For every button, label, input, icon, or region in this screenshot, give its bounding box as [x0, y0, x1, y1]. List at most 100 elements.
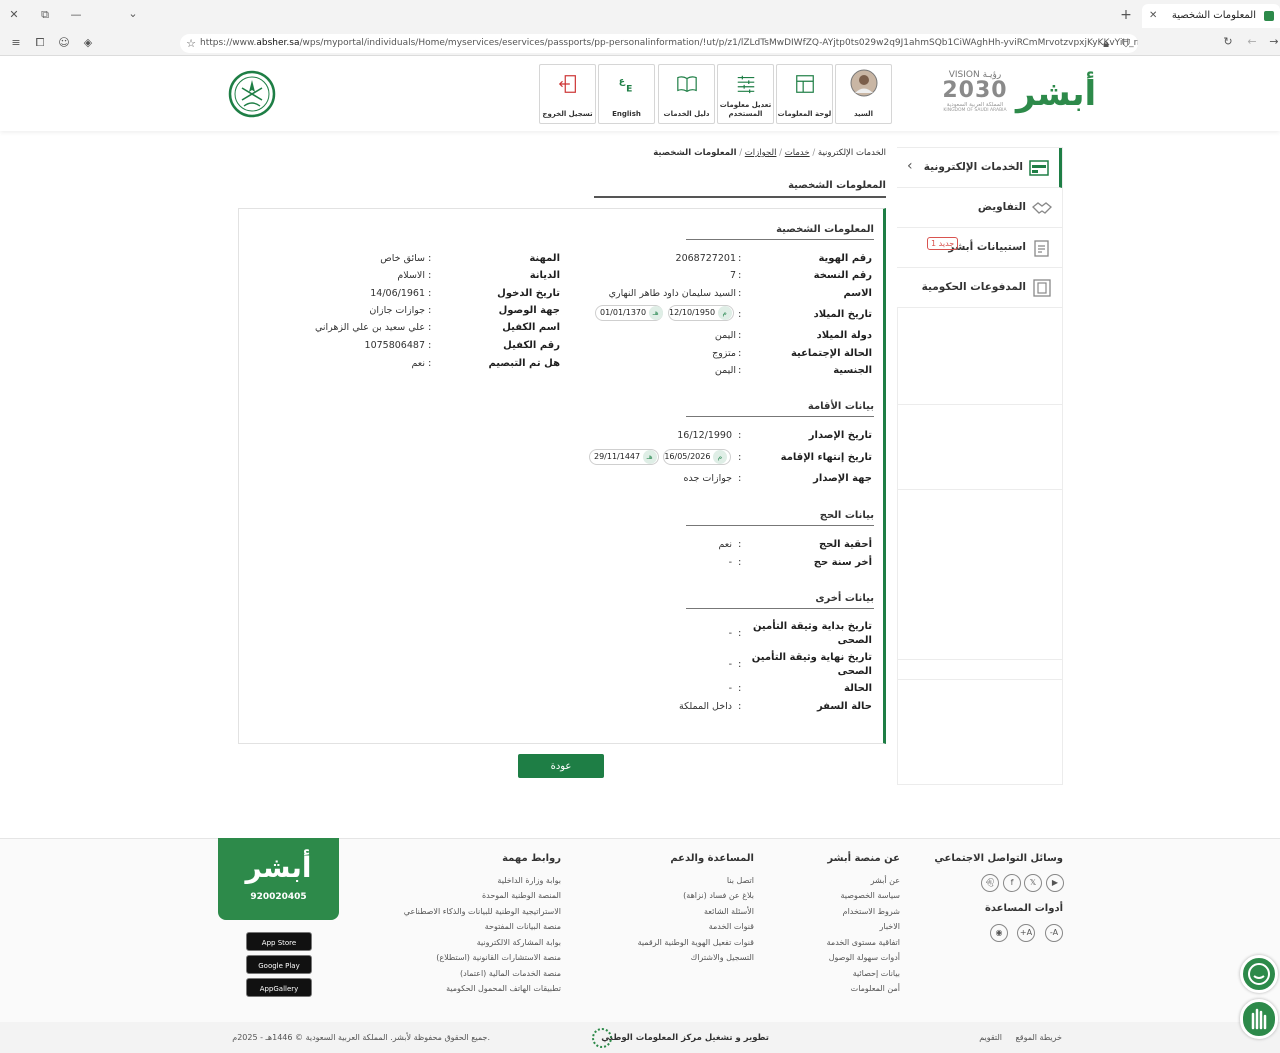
footer-link[interactable]: الاخبار — [880, 922, 900, 931]
footer-link[interactable]: قنوات الخدمة — [709, 922, 754, 931]
x-icon[interactable]: 𝕏 — [1024, 874, 1042, 892]
increase-font-button[interactable]: +A — [1017, 924, 1035, 942]
breadcrumb-separator: / — [812, 148, 816, 158]
sidebar-item-label: استبيانات أبشر — [948, 241, 1026, 253]
footer-link[interactable]: أمن المعلومات — [851, 984, 900, 993]
absher-logo[interactable]: أبشر — [1016, 64, 1096, 124]
moi-emblem-logo[interactable] — [228, 70, 276, 118]
forward-arrow-icon[interactable]: → — [1266, 35, 1280, 48]
expiry-date-gregorian: 16/05/2026 م — [663, 449, 731, 465]
virtual-assistant-button[interactable] — [1240, 955, 1278, 993]
url-prefix: https://www. — [200, 38, 257, 48]
label-occupation: المهنة — [529, 253, 560, 264]
sidebar-item-payments[interactable]: المدفوعات الحكومية — [897, 268, 1062, 308]
value-status: - — [728, 683, 732, 694]
sidebar-item-delegations[interactable]: التفاويض — [897, 188, 1062, 228]
decrease-font-button[interactable]: -A — [1045, 924, 1063, 942]
colon: : — [428, 340, 432, 351]
section-title-personal: المعلومات الشخصية — [776, 224, 874, 235]
footer-link[interactable]: الاستراتيجية الوطنية للبيانات والذكاء ال… — [404, 907, 561, 916]
handshake-icon — [1032, 202, 1052, 214]
dashboard-button[interactable]: لوحة المعلومات — [776, 64, 833, 124]
survey-icon — [1034, 240, 1049, 257]
sidebar-item-eservices[interactable]: الخدمات الإلكترونية ‹ — [897, 148, 1062, 188]
tab-title: المعلومات الشخصية — [1171, 10, 1256, 21]
footer-link[interactable]: التسجيل والاشتراك — [691, 953, 754, 962]
close-tab-icon[interactable]: ✕ — [1149, 4, 1157, 28]
footer-link[interactable]: بوابة وزارة الداخلية — [497, 876, 561, 885]
footer-link[interactable]: بيانات إحصائية — [853, 969, 900, 978]
menu-icon[interactable]: ≡ — [8, 36, 24, 49]
footer-link[interactable]: عن أبشر — [871, 876, 900, 885]
value-id-number: 2068727201 — [675, 253, 736, 264]
app-store-badge[interactable]: App Store — [246, 932, 312, 951]
sidebar-item-surveys[interactable]: استبيانات أبشر جديد 1 — [897, 228, 1062, 268]
colon: : — [738, 348, 742, 359]
colon: : — [738, 309, 742, 320]
logout-label: تسجيل الخروج — [542, 110, 593, 118]
footer-link[interactable]: منصة الاستشارات القانونية (استطلاع) — [436, 953, 561, 962]
restore-window-icon[interactable]: ⧉ — [37, 8, 53, 22]
services-guide-button[interactable]: دليل الخدمات — [658, 64, 715, 124]
reload-icon[interactable]: ↻ — [1220, 35, 1236, 48]
user-profile-button[interactable]: السيد — [835, 64, 892, 124]
breadcrumb-passports[interactable]: الجوازات — [745, 148, 777, 158]
footer-link[interactable]: سياسة الخصوصية — [841, 891, 900, 900]
section-divider — [686, 525, 874, 526]
youtube-icon[interactable]: ▶ — [1046, 874, 1064, 892]
footer-link[interactable]: منصة الخدمات المالية (اعتماد) — [460, 969, 561, 978]
value-insurance-start: - — [728, 628, 732, 639]
hijri-tag: هـ — [648, 306, 663, 320]
user-name-label: السيد — [853, 110, 874, 118]
footer-link[interactable]: اتصل بنا — [727, 876, 754, 885]
support-phone: 920020405 — [250, 892, 307, 902]
url-field[interactable]: https://www.absher.sa/wps/myportal/indiv… — [180, 34, 1138, 53]
google-play-badge[interactable]: Google Play — [246, 955, 312, 974]
browser-tab[interactable]: ✕ المعلومات الشخصية — [1142, 4, 1280, 28]
footer-link[interactable]: الأسئلة الشائعة — [704, 907, 754, 916]
footer-link[interactable]: بوابة المشاركة الالكترونية — [477, 938, 561, 947]
colon: : — [428, 270, 432, 281]
shield-icon[interactable]: ◈ — [80, 36, 96, 49]
footer-link[interactable]: المنصة الوطنية الموحدة — [482, 891, 561, 900]
facebook-icon[interactable]: f — [1003, 874, 1021, 892]
breadcrumb-services[interactable]: خدمات — [785, 148, 810, 158]
footer-link[interactable]: بلاغ عن فساد (نزاهة) — [683, 891, 754, 900]
collapse-chevron-icon[interactable]: ‹ — [907, 158, 913, 174]
footer-link[interactable]: شروط الاستخدام — [843, 907, 900, 916]
label-issuer: جهة الإصدار — [813, 473, 872, 484]
profile-icon[interactable]: ☺ — [56, 36, 72, 49]
footer-link[interactable]: قنوات تفعيل الهوية الوطنية الرقمية — [638, 938, 754, 947]
new-tab-icon[interactable]: + — [1118, 7, 1134, 23]
close-window-icon[interactable]: ✕ — [6, 8, 22, 21]
label-id-number: رقم الهوية — [818, 253, 872, 264]
calendar-link[interactable]: التقويم — [979, 1033, 1002, 1042]
tab-list-chevron-icon[interactable]: ⌄ — [125, 7, 141, 20]
footer-link[interactable]: تطبيقات الهاتف المحمول الحكومية — [446, 984, 561, 993]
sign-language-button[interactable] — [1240, 999, 1278, 1039]
vision-2030-logo: VISION رؤيـة 2030 المملكة العربية السعود… — [938, 70, 1012, 122]
absher-contact-box[interactable]: أبشر 920020405 — [218, 838, 339, 920]
back-button[interactable]: عودة — [518, 754, 604, 778]
expiry-greg-value: 16/05/2026 — [664, 452, 711, 461]
bookmark-star-icon[interactable]: ☆ — [183, 37, 199, 50]
tracking-shield-icon[interactable]: ⛉ — [1118, 37, 1134, 51]
back-arrow-icon[interactable]: ← — [1244, 35, 1260, 48]
footer-link[interactable]: منصة البيانات المفتوحة — [485, 922, 561, 931]
contrast-eye-icon[interactable]: ◉ — [990, 924, 1008, 942]
english-button[interactable]: عE English — [598, 64, 655, 124]
footer-link[interactable]: اتفاقية مستوى الخدمة — [827, 938, 900, 947]
breadcrumb-eservices[interactable]: الخدمات الإلكترونية — [818, 148, 886, 158]
sidebar-item-label: الخدمات الإلكترونية — [923, 161, 1023, 173]
edit-user-info-button[interactable]: تعديل معلومات المستخدم — [717, 64, 774, 124]
app-gallery-badge[interactable]: AppGallery — [246, 978, 312, 997]
minimize-window-icon[interactable]: — — [68, 8, 84, 21]
birth-hijri-value: 01/01/1370 — [600, 308, 647, 317]
vision-sub-en: KINGDOM OF SAUDI ARABIA — [943, 108, 1007, 113]
extension-icon[interactable]: ⧠ — [32, 36, 48, 50]
snapchat-icon[interactable]: 👻︎ — [981, 874, 999, 892]
url-domain: absher.sa — [256, 38, 300, 48]
sitemap-link[interactable]: خريطة الموقع — [1016, 1033, 1062, 1042]
footer-link[interactable]: أدوات سهولة الوصول — [829, 953, 900, 962]
logout-button[interactable]: تسجيل الخروج — [539, 64, 596, 124]
